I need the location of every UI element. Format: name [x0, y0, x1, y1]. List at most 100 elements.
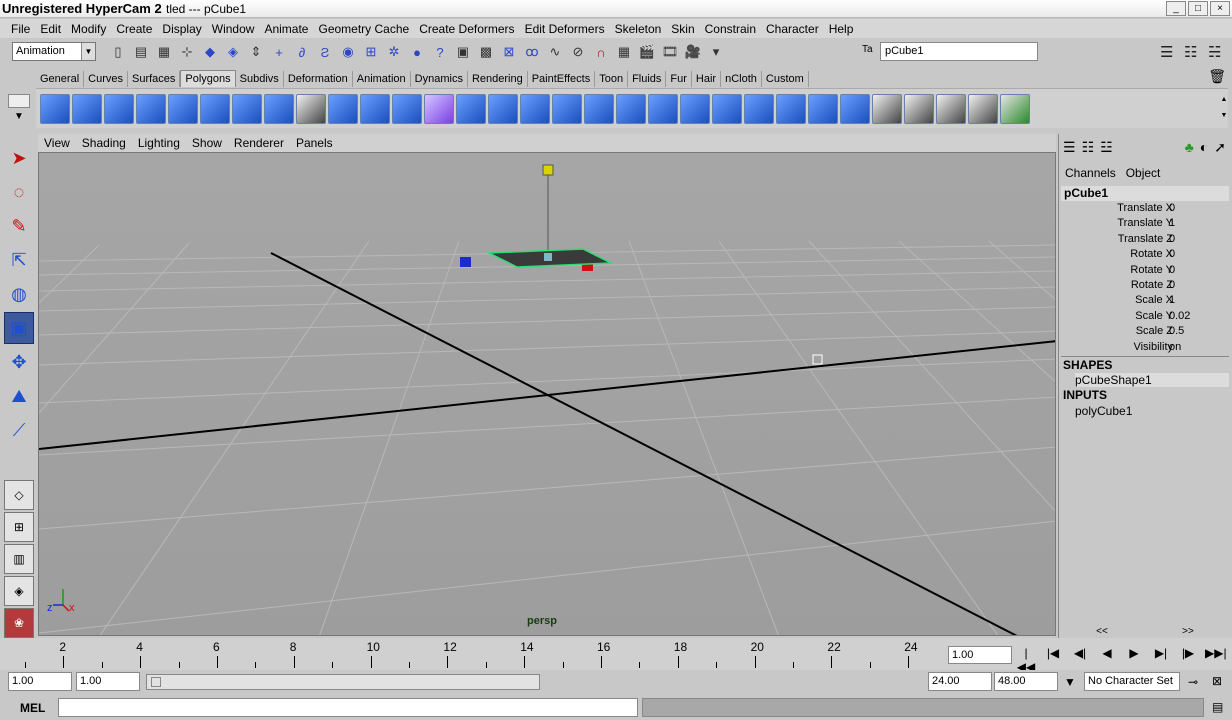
play-forwards-button[interactable]: ▶ — [1124, 646, 1144, 664]
channel-box-icon[interactable]: ☵ — [1208, 43, 1221, 61]
menu-edit-deformers[interactable]: Edit Deformers — [520, 22, 610, 36]
channel-box-layers-icon[interactable]: ☷ — [1082, 139, 1095, 156]
range-bar-handle[interactable] — [151, 677, 161, 687]
panel-menu-shading[interactable]: Shading — [76, 136, 132, 150]
magnet-icon[interactable]: ∩ — [591, 42, 611, 62]
object-name-field[interactable]: pCube1 — [880, 42, 1038, 61]
input-line-menu-icon[interactable]: ▾ — [706, 42, 726, 62]
shelf-tab-polygons[interactable]: Polygons — [180, 70, 236, 87]
attribute-row[interactable]: Scale X1 — [1059, 294, 1231, 309]
extrude-icon[interactable] — [456, 93, 486, 124]
channels-menu[interactable]: Channels — [1065, 166, 1116, 180]
attribute-row[interactable]: Translate Y1 — [1059, 217, 1231, 232]
render-icon[interactable]: 🎬 — [637, 42, 657, 62]
paint-select-tool-icon[interactable]: ✎ — [4, 210, 34, 242]
shelf-tab-deformation[interactable]: Deformation — [284, 71, 353, 87]
select-render-icon[interactable]: ● — [407, 42, 427, 62]
poly-sphere-icon[interactable] — [40, 93, 70, 124]
current-frame-field[interactable]: 1.00 — [948, 646, 1012, 664]
menu-window[interactable]: Window — [207, 22, 260, 36]
select-dynamic-icon[interactable]: ✲ — [384, 42, 404, 62]
shelf-tab-rendering[interactable]: Rendering — [468, 71, 528, 87]
ipr-render-icon[interactable]: 🎞 — [660, 42, 680, 62]
persp-outliner-layout-icon[interactable]: ▥ — [4, 544, 34, 574]
menu-animate[interactable]: Animate — [259, 22, 313, 36]
poly-helix-icon[interactable] — [296, 93, 326, 124]
attribute-value[interactable]: 1 — [1169, 294, 1175, 306]
menu-modify[interactable]: Modify — [66, 22, 111, 36]
attribute-row[interactable]: Rotate Y0 — [1059, 264, 1231, 279]
bridge-icon[interactable] — [488, 93, 518, 124]
manipulator-mode-icon[interactable]: ♣ — [1185, 139, 1194, 156]
chevron-down-icon[interactable]: ▼ — [81, 43, 95, 60]
character-menu-icon[interactable]: ▼ — [1064, 675, 1076, 689]
shelf-tab-custom[interactable]: Custom — [762, 71, 809, 87]
panel-menu-panels[interactable]: Panels — [290, 136, 339, 150]
channel-box-scrollbar[interactable]: << >> — [1059, 626, 1231, 638]
attribute-row[interactable]: Visibility on — [1059, 341, 1231, 356]
poly-prism-icon[interactable] — [232, 93, 262, 124]
save-scene-icon[interactable]: ▦ — [154, 42, 174, 62]
playback-start-field[interactable]: 1.00 — [76, 672, 140, 691]
split-polygon-icon[interactable] — [584, 93, 614, 124]
menu-create[interactable]: Create — [111, 22, 157, 36]
bevel-icon[interactable] — [712, 93, 742, 124]
combine-icon[interactable] — [328, 93, 358, 124]
speed-mode-icon[interactable]: ◐ — [1200, 139, 1208, 156]
play-backwards-button[interactable]: ◀ — [1097, 646, 1117, 664]
step-back-frame-button[interactable]: ◀| — [1070, 646, 1090, 664]
attribute-value[interactable]: 0 — [1169, 248, 1175, 260]
shelf-scroll[interactable]: ▲ ▼ — [1218, 92, 1230, 126]
shelf-tab-curves[interactable]: Curves — [84, 71, 128, 87]
single-perspective-layout-icon[interactable]: ◇ — [4, 480, 34, 510]
menu-skin[interactable]: Skin — [666, 22, 699, 36]
shelf-tab-painteffects[interactable]: PaintEffects — [528, 71, 596, 87]
lasso-tool-icon[interactable]: ◌ — [4, 176, 34, 208]
render-settings-icon[interactable]: 🎥 — [683, 42, 703, 62]
animation-start-field[interactable]: 1.00 — [8, 672, 72, 691]
mask-icon[interactable]: ⇕ — [246, 42, 266, 62]
shelf-tab-toggle-icon[interactable] — [8, 94, 30, 108]
select-hierarchy-icon[interactable]: ⊹ — [177, 42, 197, 62]
menu-help[interactable]: Help — [824, 22, 859, 36]
offset-edge-loop-icon[interactable] — [648, 93, 678, 124]
poly-cylinder-icon[interactable] — [104, 93, 134, 124]
hypershade-layout-icon[interactable]: ❀ — [4, 608, 34, 638]
go-to-start-button[interactable]: |◀◀ — [1016, 646, 1036, 674]
step-back-key-button[interactable]: |◀ — [1043, 646, 1063, 664]
input-node[interactable]: polyCube1 — [1075, 404, 1229, 418]
uv-spherical-icon[interactable] — [936, 93, 966, 124]
uv-planar-icon[interactable] — [872, 93, 902, 124]
script-editor-icon[interactable]: ▤ — [1212, 700, 1223, 714]
attribute-row[interactable]: Rotate X0 — [1059, 248, 1231, 263]
object-name-mode-icon[interactable]: Ta — [862, 44, 873, 55]
shelf-tab-subdivs[interactable]: Subdivs — [236, 71, 284, 87]
attribute-row[interactable]: Translate Z0 — [1059, 233, 1231, 248]
open-scene-icon[interactable]: ▤ — [131, 42, 151, 62]
playback-end-field[interactable]: 24.00 — [928, 672, 992, 691]
attribute-row[interactable]: Translate X0 — [1059, 202, 1231, 217]
snap-grid-icon[interactable]: ▩ — [476, 42, 496, 62]
shelf-tab-toon[interactable]: Toon — [595, 71, 629, 87]
menu-edit[interactable]: Edit — [35, 22, 66, 36]
channel-box-object-name[interactable]: pCube1 — [1061, 186, 1229, 201]
scroll-right-button[interactable]: >> — [1182, 626, 1194, 638]
time-ruler[interactable]: 2 4 6 8 10 12 14 16 18 20 22 24 — [10, 638, 940, 670]
poly-torus-icon[interactable] — [200, 93, 230, 124]
panel-menu-lighting[interactable]: Lighting — [132, 136, 186, 150]
step-forward-frame-button[interactable]: ▶| — [1151, 646, 1171, 664]
shelf-tab-surfaces[interactable]: Surfaces — [128, 71, 181, 87]
shelf-tab-fluids[interactable]: Fluids — [628, 71, 667, 87]
menu-skeleton[interactable]: Skeleton — [610, 22, 667, 36]
attribute-value[interactable]: 0 — [1169, 233, 1175, 245]
menu-geometry-cache[interactable]: Geometry Cache — [313, 22, 414, 36]
attribute-row[interactable]: Rotate Z0 — [1059, 279, 1231, 294]
shelf-tab-fur[interactable]: Fur — [666, 71, 692, 87]
maximize-button[interactable]: □ — [1188, 1, 1208, 16]
shelf-menu-icon[interactable]: ▼ — [8, 111, 30, 122]
attribute-value[interactable]: 0 — [1169, 202, 1175, 214]
fill-hole-icon[interactable] — [552, 93, 582, 124]
attribute-editor-icon[interactable]: ☰ — [1160, 43, 1173, 61]
shelf-tab-hair[interactable]: Hair — [692, 71, 722, 87]
insert-edge-loop-icon[interactable] — [616, 93, 646, 124]
